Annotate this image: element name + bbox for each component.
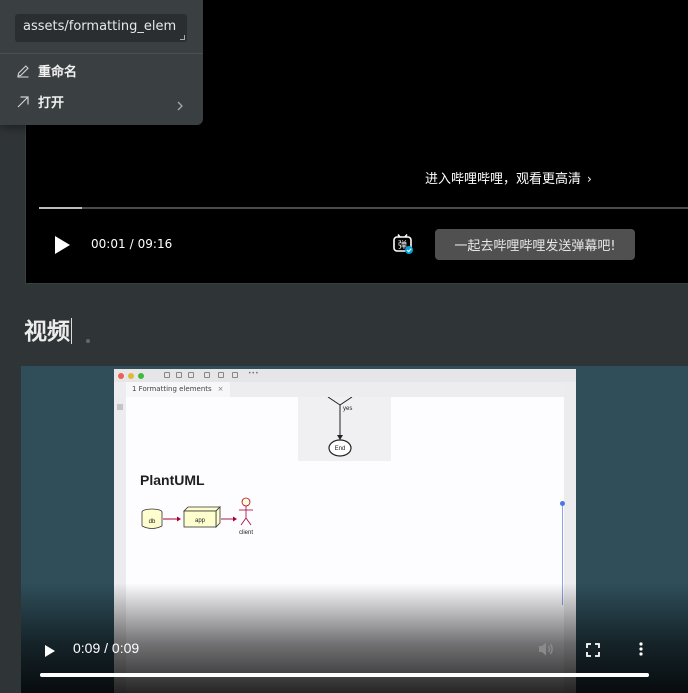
- bili-progress-bar[interactable]: [39, 207, 688, 209]
- play-icon[interactable]: [52, 234, 72, 256]
- open-label: 打开: [38, 95, 65, 111]
- arrow-up-right-icon: [16, 94, 30, 108]
- danmaku-toggle-icon[interactable]: 弹: [392, 233, 414, 255]
- frame-tabbar: 1 Formatting elements ×: [114, 382, 576, 398]
- frame-tab-label: 1 Formatting elements: [132, 385, 212, 393]
- toolbar-icon: [176, 372, 182, 378]
- uml-client-label: client: [239, 530, 253, 536]
- text-caret: [71, 318, 72, 344]
- maximize-dot-icon: [138, 373, 144, 379]
- uml-diagram: db app client: [140, 497, 270, 545]
- pencil-icon: [16, 63, 30, 78]
- bili-time-separator: /: [129, 237, 134, 251]
- bili-current-time: 00:01: [91, 237, 126, 251]
- bili-progress-fill: [39, 207, 82, 209]
- frame-tab: 1 Formatting elements ×: [126, 382, 230, 397]
- flow-end-label: End: [335, 446, 346, 452]
- frame-titlebar: •••: [114, 369, 576, 382]
- fullscreen-icon[interactable]: [586, 642, 600, 657]
- more-icon: •••: [248, 370, 259, 377]
- toolbar-icon: [218, 372, 224, 378]
- play-icon[interactable]: [43, 643, 57, 657]
- toolbar-icon: [204, 372, 210, 378]
- drag-handle-dot: [86, 339, 90, 343]
- volume-icon[interactable]: [537, 641, 555, 657]
- toolbar-icon: [164, 372, 170, 378]
- uml-app-label: app: [195, 518, 206, 524]
- bili-duration: 09:16: [137, 237, 173, 251]
- close-dot-icon: [118, 373, 124, 379]
- open-bilibili-link[interactable]: 进入哔哩哔哩，观看更高清 ›: [425, 168, 592, 187]
- open-bilibili-link-text: 进入哔哩哔哩，观看更高清: [425, 172, 582, 187]
- more-options-icon[interactable]: [636, 641, 646, 657]
- section-heading[interactable]: 视频: [24, 312, 72, 346]
- video-progress-bar[interactable]: [40, 673, 649, 677]
- uml-db-label: db: [149, 519, 156, 525]
- video-time-display: 0:09 / 0:09: [73, 640, 140, 656]
- path-input-value: assets/formatting_elem: [23, 19, 177, 34]
- minimize-dot-icon: [128, 373, 134, 379]
- toolbar-icon: [188, 372, 194, 378]
- flowchart-fragment: yes End: [298, 396, 391, 461]
- link-context-popup: assets/formatting_elem 重命名 打开: [0, 0, 203, 125]
- popup-divider: [0, 53, 203, 54]
- resize-handle-icon[interactable]: [180, 35, 185, 40]
- send-danmaku-button[interactable]: 一起去哔哩哔哩发送弹幕吧!: [435, 229, 635, 260]
- path-input[interactable]: assets/formatting_elem: [15, 14, 187, 42]
- chevron-right-icon: ›: [587, 172, 592, 186]
- video-player[interactable]: ••• 1 Formatting elements× yes End Plan: [21, 366, 688, 693]
- open-menu-item[interactable]: 打开: [0, 87, 203, 115]
- bili-time-display: 00:01/09:16: [91, 237, 172, 251]
- video-progress-fill: [40, 673, 649, 677]
- tab-close-icon: ×: [217, 385, 224, 393]
- heading-text: 视频: [24, 318, 70, 344]
- rename-label: 重命名: [38, 64, 78, 80]
- toolbar-icon: [232, 372, 238, 378]
- chevron-right-icon: [175, 96, 185, 111]
- plantuml-title: PlantUML: [140, 472, 205, 488]
- frame-scroll-dot: [560, 501, 565, 506]
- rename-menu-item[interactable]: 重命名: [0, 56, 203, 84]
- list-icon: [117, 404, 123, 410]
- flow-yes-label: yes: [343, 406, 352, 412]
